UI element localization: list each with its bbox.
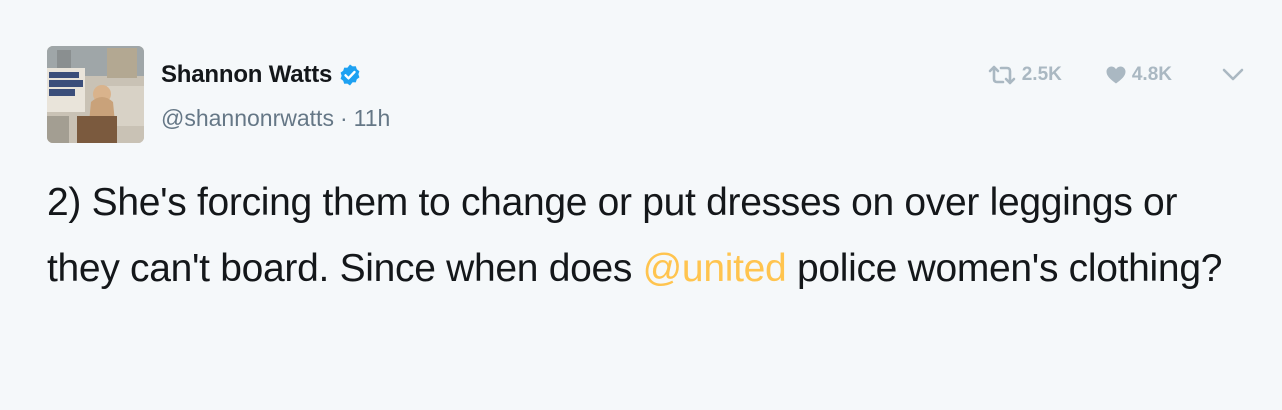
retweet-button[interactable]: 2.5K bbox=[988, 64, 1062, 86]
heart-icon bbox=[1106, 66, 1126, 84]
meta-separator: · bbox=[339, 104, 348, 131]
author-display-name[interactable]: Shannon Watts bbox=[161, 61, 332, 89]
more-options-button[interactable] bbox=[1222, 68, 1250, 82]
retweet-count: 2.5K bbox=[1021, 64, 1062, 85]
tweet-text: 2) She's forcing them to change or put d… bbox=[47, 170, 1247, 302]
tweet-card: Shannon Watts @shannonrwatts · 11h 2.5K … bbox=[0, 0, 1282, 410]
like-count: 4.8K bbox=[1131, 64, 1172, 85]
author-handle-row: @shannonrwatts · 11h bbox=[161, 102, 390, 134]
tweet-actions: 2.5K 4.8K bbox=[988, 59, 1250, 91]
author-handle[interactable]: @shannonrwatts bbox=[161, 105, 334, 132]
avatar-photo bbox=[47, 46, 144, 143]
like-button[interactable]: 4.8K bbox=[1106, 64, 1172, 86]
retweet-icon bbox=[988, 65, 1016, 85]
chevron-down-icon bbox=[1222, 68, 1244, 81]
tweet-timestamp[interactable]: 11h bbox=[354, 105, 391, 132]
mention-link[interactable]: @united bbox=[643, 247, 787, 290]
verified-badge-icon bbox=[338, 63, 362, 87]
avatar[interactable] bbox=[47, 46, 144, 143]
tweet-text-after: police women's clothing? bbox=[786, 247, 1223, 290]
author-name-row: Shannon Watts bbox=[161, 59, 362, 91]
